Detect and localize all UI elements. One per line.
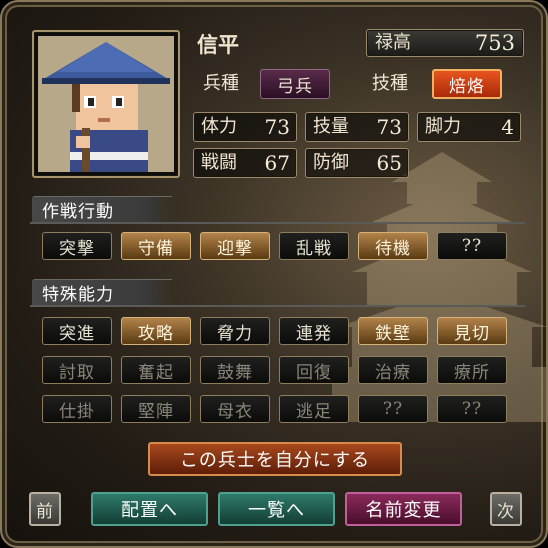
abilities-divider (30, 305, 525, 307)
portrait-frame (32, 30, 180, 178)
skill-type-value: 焙烙 (432, 69, 502, 99)
ability-slay[interactable]: 討取 (42, 356, 112, 384)
ability-iron-wall[interactable]: 鉄壁 (358, 317, 428, 345)
ability-unknown-2[interactable]: ?? (437, 395, 507, 423)
ability-rapid-fire[interactable]: 連発 (279, 317, 349, 345)
tactic-unknown[interactable]: ?? (437, 232, 507, 260)
unit-name: 信平 (197, 32, 239, 57)
make-own-soldier-button[interactable]: この兵士を自分にする (148, 442, 402, 476)
tactic-standby[interactable]: 待機 (358, 232, 428, 260)
tactic-charge[interactable]: 突撃 (42, 232, 112, 260)
ability-clinic[interactable]: 療所 (437, 356, 507, 384)
abilities-header: 特殊能力 (32, 279, 172, 305)
ability-rally[interactable]: 奮起 (121, 356, 191, 384)
stipend-value: 753 (474, 31, 515, 55)
stipend-box: 禄高 753 (366, 29, 524, 57)
stat-speed-value: 4 (501, 115, 514, 139)
ability-horo[interactable]: 母衣 (200, 395, 270, 423)
deploy-button[interactable]: 配置へ (91, 492, 208, 526)
ability-intimidate[interactable]: 脅力 (200, 317, 270, 345)
tactics-header: 作戦行動 (32, 196, 172, 222)
ability-trap[interactable]: 仕掛 (42, 395, 112, 423)
stat-battle: 戦闘 67 (193, 148, 297, 178)
soldier-portrait (38, 36, 174, 172)
list-button[interactable]: 一覧へ (218, 492, 335, 526)
tactic-guard[interactable]: 守備 (121, 232, 191, 260)
stat-hp-label: 体力 (201, 116, 237, 137)
stat-battle-value: 67 (264, 151, 290, 175)
stat-defense: 防御 65 (305, 148, 409, 178)
ability-flee[interactable]: 逃足 (279, 395, 349, 423)
ability-unknown-1[interactable]: ?? (358, 395, 428, 423)
tactic-intercept[interactable]: 迎撃 (200, 232, 270, 260)
rename-button[interactable]: 名前変更 (345, 492, 462, 526)
prev-button[interactable]: 前 (29, 492, 61, 526)
unit-type-label: 兵種 (203, 73, 239, 94)
stat-defense-label: 防御 (313, 152, 349, 173)
skill-type-label: 技種 (372, 73, 408, 94)
ability-heal[interactable]: 治療 (358, 356, 428, 384)
stat-skill: 技量 73 (305, 112, 409, 142)
ability-siege[interactable]: 攻略 (121, 317, 191, 345)
stat-skill-value: 73 (376, 115, 402, 139)
tactic-melee[interactable]: 乱戦 (279, 232, 349, 260)
stat-skill-label: 技量 (313, 116, 349, 137)
stat-battle-label: 戦闘 (201, 152, 237, 173)
unit-type-value: 弓兵 (260, 69, 330, 99)
stat-hp-value: 73 (264, 115, 290, 139)
ability-foresight[interactable]: 見切 (437, 317, 507, 345)
ability-rush[interactable]: 突進 (42, 317, 112, 345)
ability-recover[interactable]: 回復 (279, 356, 349, 384)
unit-detail-window: 信平 禄高 753 兵種 弓兵 技種 焙烙 体力 73 技量 73 脚力 4 戦… (0, 0, 548, 548)
tactics-divider (30, 222, 525, 224)
stat-speed: 脚力 4 (417, 112, 521, 142)
ability-fortify[interactable]: 堅陣 (121, 395, 191, 423)
stipend-label: 禄高 (375, 32, 411, 53)
ability-encourage[interactable]: 鼓舞 (200, 356, 270, 384)
stat-hp: 体力 73 (193, 112, 297, 142)
stat-speed-label: 脚力 (425, 116, 461, 137)
stat-defense-value: 65 (376, 151, 402, 175)
next-button[interactable]: 次 (490, 492, 522, 526)
